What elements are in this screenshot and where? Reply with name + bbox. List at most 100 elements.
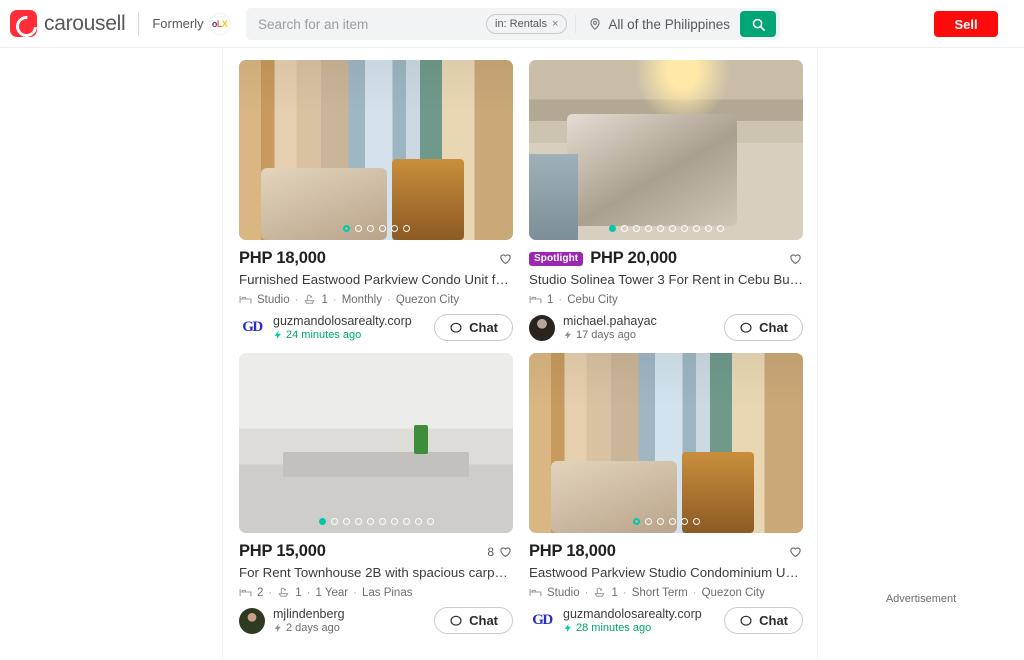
carousel-dot[interactable] [644, 518, 652, 525]
attr-separator: · [692, 586, 697, 599]
carousel-dot[interactable] [656, 518, 664, 525]
carousel-dot[interactable] [354, 225, 362, 232]
listing-price: PHP 15,000 [239, 542, 326, 560]
seller-name[interactable]: michael.pahayac [563, 314, 657, 328]
favorite-heart-icon[interactable] [498, 251, 513, 266]
listing-attribute: Las Pinas [361, 586, 413, 599]
carousel-dot[interactable] [390, 225, 398, 232]
listing-attributes: 1 · Cebu City [529, 293, 803, 306]
bed-icon [529, 588, 542, 597]
carousel-dot[interactable] [366, 518, 374, 525]
carousel-dot[interactable] [354, 518, 362, 525]
chat-button-label: Chat [759, 320, 788, 335]
carousel-dot[interactable] [632, 518, 640, 525]
location-selector[interactable]: All of the Philippines [576, 17, 740, 32]
carousel-dot[interactable] [668, 225, 676, 232]
listing-card[interactable]: Spotlight PHP 20,000 Studio Solinea Tower … [529, 60, 803, 341]
carousel-dot[interactable] [716, 225, 724, 232]
carousel-dot[interactable] [426, 518, 434, 525]
listing-seller-row: GD guzmandolosarealty.corp 28 minutes ago C… [529, 607, 803, 634]
carousel-dot[interactable] [692, 518, 700, 525]
favorite-heart-icon[interactable] [788, 251, 803, 266]
listing-price-row: PHP 18,000 [529, 542, 803, 561]
carousel-dot[interactable] [620, 225, 628, 232]
carousel-dot[interactable] [402, 518, 410, 525]
listing-title[interactable]: Studio Solinea Tower 3 For Rent in Cebu … [529, 272, 803, 287]
carousel-dot[interactable] [608, 225, 616, 232]
listing-price: PHP 18,000 [529, 542, 616, 560]
chip-remove-icon[interactable]: × [552, 18, 558, 30]
listing-title[interactable]: Furnished Eastwood Parkview Condo Unit f… [239, 272, 513, 287]
carousel-dot[interactable] [656, 225, 664, 232]
listing-photo[interactable] [239, 60, 513, 240]
carousel-dot[interactable] [680, 225, 688, 232]
favorite-button[interactable] [788, 251, 803, 266]
favorite-button[interactable]: 8 [487, 544, 513, 559]
seller-avatar[interactable] [529, 314, 555, 341]
carousel-dot[interactable] [414, 518, 422, 525]
listing-photo[interactable] [529, 60, 803, 240]
search-input-area[interactable]: Search for an item [246, 17, 486, 32]
carousel-dot[interactable] [390, 518, 398, 525]
posted-time-label: 2 days ago [286, 622, 340, 634]
search-input[interactable]: Search for an item [258, 17, 368, 32]
carousel-dot[interactable] [668, 518, 676, 525]
carousel-dot[interactable] [692, 225, 700, 232]
favorite-button[interactable] [788, 544, 803, 559]
carousel-dot[interactable] [644, 225, 652, 232]
carousel-dot[interactable] [342, 225, 350, 232]
chat-button[interactable]: Chat [724, 314, 803, 341]
favorite-heart-icon[interactable] [788, 544, 803, 559]
attr-separator: · [558, 293, 563, 306]
search-filter-chip-rentals[interactable]: in: Rentals × [486, 14, 568, 34]
seller-avatar[interactable]: GD [239, 314, 265, 341]
listing-photo-image [239, 353, 513, 533]
seller-avatar[interactable] [239, 607, 265, 634]
sell-button[interactable]: Sell [934, 11, 998, 37]
carousel-dot[interactable] [366, 225, 374, 232]
listing-card[interactable]: PHP 18,000 Furnished Eastwood Parkview Co… [239, 60, 513, 341]
listing-title[interactable]: Eastwood Parkview Studio Condominium Uni… [529, 565, 803, 580]
carousel-dot[interactable] [632, 225, 640, 232]
seller-name[interactable]: guzmandolosarealty.corp [273, 314, 412, 328]
carousel-dot[interactable] [318, 518, 326, 525]
header-divider [138, 11, 140, 36]
chat-button[interactable]: Chat [434, 314, 513, 341]
lightning-bolt-icon [274, 330, 281, 340]
carousel-dot[interactable] [402, 225, 410, 232]
search-button[interactable] [740, 11, 776, 37]
seller-avatar[interactable]: GD [529, 607, 555, 634]
carousel-dot[interactable] [378, 518, 386, 525]
attr-separator: · [584, 586, 589, 599]
carousel-dot[interactable] [378, 225, 386, 232]
carousel-dot[interactable] [704, 225, 712, 232]
advertisement-label: Advertisement [885, 593, 957, 605]
listing-card[interactable]: PHP 18,000 Eastwood Parkview Studio Condo… [529, 353, 803, 634]
carousel-dot[interactable] [330, 518, 338, 525]
carousel-dot[interactable] [342, 518, 350, 525]
bath-icon [278, 587, 289, 597]
favorite-button[interactable] [498, 251, 513, 266]
listing-attribute: Quezon City [395, 293, 460, 306]
listing-card[interactable]: PHP 15,000 8 For Rent Townhouse 2B with sp… [239, 353, 513, 634]
seller-name[interactable]: mjlindenberg [273, 607, 345, 621]
site-header: carousell Formerly oLX Search for an ite… [0, 0, 1024, 48]
search-bar: Search for an item in: Rentals × All of … [246, 8, 780, 40]
listing-photo[interactable] [239, 353, 513, 533]
olx-logo-icon: oLX [208, 12, 231, 35]
carousel-dot[interactable] [680, 518, 688, 525]
listing-title[interactable]: For Rent Townhouse 2B with spacious carp… [239, 565, 513, 580]
listing-photo[interactable] [529, 353, 803, 533]
chat-button[interactable]: Chat [434, 607, 513, 634]
chat-button[interactable]: Chat [724, 607, 803, 634]
listing-attribute: 1 [611, 586, 618, 599]
carousell-logo[interactable]: carousell [10, 10, 126, 37]
bed-icon [239, 295, 252, 304]
location-pin-icon [590, 18, 601, 31]
favorite-heart-icon[interactable] [498, 544, 513, 559]
carousel-dots [239, 225, 513, 232]
seller-meta: guzmandolosarealty.corp 24 minutes ago [273, 314, 412, 341]
seller-name[interactable]: guzmandolosarealty.corp [563, 607, 702, 621]
listing-price: PHP 20,000 [590, 249, 677, 267]
chat-bubble-icon [740, 615, 752, 626]
